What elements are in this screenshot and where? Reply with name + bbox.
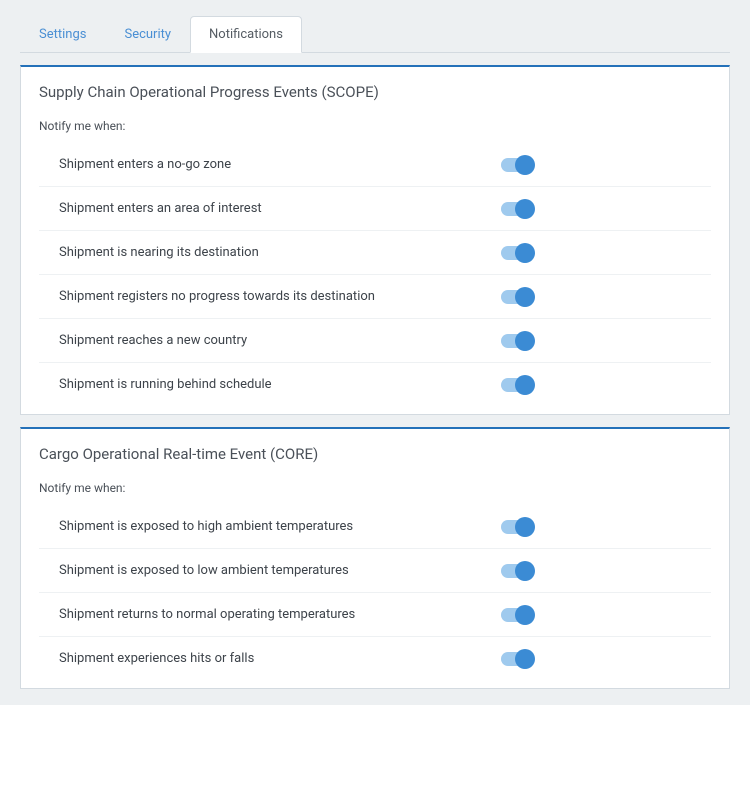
toggle-near-destination[interactable] [501, 246, 531, 260]
notification-row: Shipment reaches a new country [39, 319, 711, 363]
core-title: Cargo Operational Real-time Event (CORE) [39, 445, 711, 463]
notification-row: Shipment is exposed to low ambient tempe… [39, 549, 711, 593]
notification-row: Shipment registers no progress towards i… [39, 275, 711, 319]
row-label: Shipment reaches a new country [59, 333, 501, 348]
notification-row: Shipment enters an area of interest [39, 187, 711, 231]
toggle-new-country[interactable] [501, 334, 531, 348]
tab-notifications[interactable]: Notifications [190, 16, 302, 53]
toggle-high-temp[interactable] [501, 520, 531, 534]
row-label: Shipment enters a no-go zone [59, 157, 501, 172]
tab-security[interactable]: Security [105, 16, 190, 53]
toggle-wrap [501, 246, 711, 260]
toggle-wrap [501, 520, 711, 534]
toggle-low-temp[interactable] [501, 564, 531, 578]
row-label: Shipment is exposed to high ambient temp… [59, 519, 501, 534]
toggle-wrap [501, 378, 711, 392]
tab-settings[interactable]: Settings [20, 16, 105, 53]
toggle-wrap [501, 608, 711, 622]
toggle-wrap [501, 202, 711, 216]
toggle-wrap [501, 564, 711, 578]
row-label: Shipment returns to normal operating tem… [59, 607, 501, 622]
toggle-wrap [501, 158, 711, 172]
toggle-normal-temp[interactable] [501, 608, 531, 622]
notification-row: Shipment enters a no-go zone [39, 143, 711, 187]
notification-row: Shipment is nearing its destination [39, 231, 711, 275]
row-label: Shipment is nearing its destination [59, 245, 501, 260]
notification-row: Shipment is exposed to high ambient temp… [39, 505, 711, 549]
row-label: Shipment is exposed to low ambient tempe… [59, 563, 501, 578]
toggle-behind-schedule[interactable] [501, 378, 531, 392]
core-notify-label: Notify me when: [39, 481, 711, 495]
toggle-area-interest[interactable] [501, 202, 531, 216]
scope-notify-label: Notify me when: [39, 119, 711, 133]
tab-bar: Settings Security Notifications [20, 16, 730, 53]
toggle-nogo-zone[interactable] [501, 158, 531, 172]
row-label: Shipment is running behind schedule [59, 377, 501, 392]
notification-row: Shipment returns to normal operating tem… [39, 593, 711, 637]
toggle-wrap [501, 652, 711, 666]
scope-panel: Supply Chain Operational Progress Events… [20, 65, 730, 415]
row-label: Shipment enters an area of interest [59, 201, 501, 216]
row-label: Shipment experiences hits or falls [59, 651, 501, 666]
scope-title: Supply Chain Operational Progress Events… [39, 83, 711, 101]
toggle-wrap [501, 290, 711, 304]
row-label: Shipment registers no progress towards i… [59, 289, 501, 304]
notification-row: Shipment experiences hits or falls [39, 637, 711, 680]
toggle-hits-falls[interactable] [501, 652, 531, 666]
settings-container: Settings Security Notifications Supply C… [0, 0, 750, 705]
toggle-wrap [501, 334, 711, 348]
toggle-no-progress[interactable] [501, 290, 531, 304]
notification-row: Shipment is running behind schedule [39, 363, 711, 406]
core-panel: Cargo Operational Real-time Event (CORE)… [20, 427, 730, 689]
